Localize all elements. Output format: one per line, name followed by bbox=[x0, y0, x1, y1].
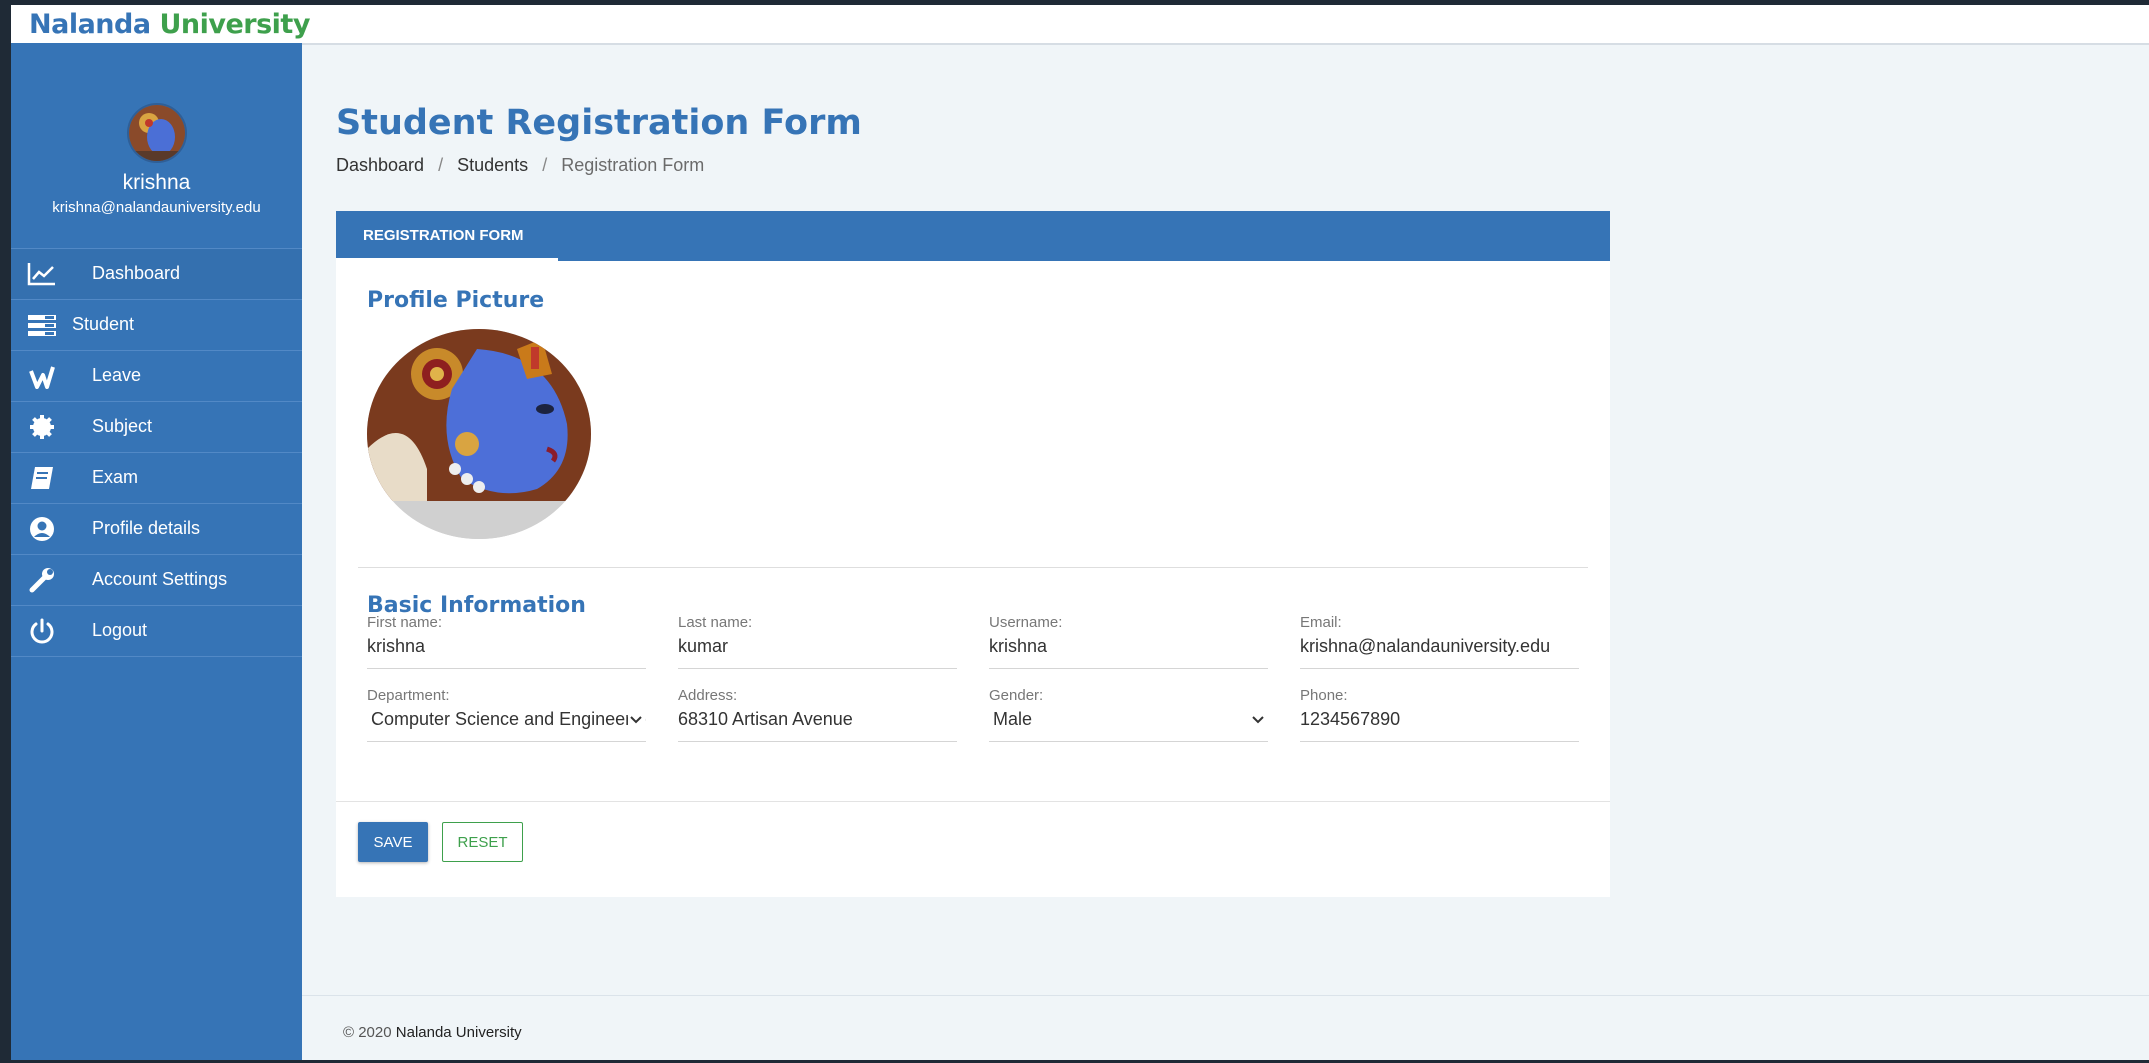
gender-value: Male bbox=[993, 709, 1033, 729]
phone-label: Phone: bbox=[1300, 687, 1348, 704]
profile-picture-heading: Profile Picture bbox=[367, 288, 545, 313]
sidebar-item-label: Dashboard bbox=[92, 263, 181, 283]
department-label: Department: bbox=[367, 687, 450, 704]
email-input[interactable]: krishna@nalandauniversity.edu bbox=[1300, 636, 1579, 658]
sidebar-item-leave[interactable]: Leave bbox=[11, 351, 302, 402]
footer-copyright: © 2020 Nalanda University bbox=[343, 1024, 522, 1041]
sidebar-item-profile-details[interactable]: Profile details bbox=[11, 504, 302, 555]
address-input[interactable]: 68310 Artisan Avenue bbox=[678, 709, 957, 731]
breadcrumb-separator: / bbox=[438, 155, 444, 175]
sidebar-item-label: Logout bbox=[92, 620, 148, 640]
sidebar: krishna krishna@nalandauniversity.edu Da… bbox=[11, 43, 302, 1060]
power-icon bbox=[30, 618, 54, 644]
field-underline bbox=[989, 741, 1268, 742]
section-divider bbox=[358, 567, 1588, 568]
breadcrumb-dashboard[interactable]: Dashboard bbox=[336, 155, 424, 175]
sidebar-nav: Dashboard Student Leave Subject Exam Pro… bbox=[11, 248, 302, 657]
footer-org-name[interactable]: Nalanda University bbox=[396, 1024, 522, 1041]
user-email: krishna@nalandauniversity.edu bbox=[52, 199, 261, 216]
sidebar-item-label: Student bbox=[72, 314, 135, 334]
email-field[interactable]: Email: krishna@nalandauniversity.edu bbox=[1300, 614, 1579, 669]
tab-label: REGISTRATION FORM bbox=[363, 227, 524, 244]
breadcrumb-separator: / bbox=[542, 155, 548, 175]
breadcrumb: Dashboard / Students / Registration Form bbox=[336, 155, 704, 176]
avatar bbox=[126, 103, 187, 163]
list-icon bbox=[28, 315, 56, 336]
chevron-down-icon bbox=[1252, 716, 1264, 724]
sidebar-item-label: Exam bbox=[92, 467, 139, 487]
sidebar-item-subject[interactable]: Subject bbox=[11, 402, 302, 453]
field-underline bbox=[367, 668, 646, 669]
gender-label: Gender: bbox=[989, 687, 1044, 704]
sidebar-item-logout[interactable]: Logout bbox=[11, 606, 302, 657]
username-input[interactable]: krishna bbox=[989, 636, 1268, 658]
card-header: REGISTRATION FORM bbox=[336, 211, 1610, 261]
field-underline bbox=[678, 741, 957, 742]
gear-icon bbox=[30, 415, 54, 439]
main-content: Student Registration Form Dashboard / St… bbox=[302, 43, 2149, 1060]
phone-input[interactable]: 1234567890 bbox=[1300, 709, 1579, 731]
user-circle-icon bbox=[30, 517, 54, 541]
sidebar-item-label: Subject bbox=[92, 416, 153, 436]
sidebar-profile: krishna krishna@nalandauniversity.edu bbox=[11, 103, 302, 216]
phone-field[interactable]: Phone: 1234567890 bbox=[1300, 687, 1579, 742]
email-label: Email: bbox=[1300, 614, 1342, 631]
page-title: Student Registration Form bbox=[336, 103, 862, 143]
sidebar-item-label: Account Settings bbox=[92, 569, 228, 589]
field-underline bbox=[367, 741, 646, 742]
card-footer-divider bbox=[336, 801, 1610, 802]
gender-select[interactable]: Male bbox=[989, 709, 1268, 731]
address-label: Address: bbox=[678, 687, 738, 704]
tab-registration-form[interactable]: REGISTRATION FORM bbox=[336, 211, 558, 261]
field-underline bbox=[1300, 668, 1579, 669]
sidebar-item-dashboard[interactable]: Dashboard bbox=[11, 249, 302, 300]
top-bar: Nalanda University bbox=[11, 5, 2149, 45]
sidebar-item-student[interactable]: Student bbox=[11, 300, 302, 351]
first-name-input[interactable]: krishna bbox=[367, 636, 646, 658]
reset-button[interactable]: RESET bbox=[442, 822, 523, 862]
copyright-text: © 2020 bbox=[343, 1024, 392, 1041]
field-underline bbox=[678, 668, 957, 669]
last-name-field[interactable]: Last name: kumar bbox=[678, 614, 957, 669]
sidebar-item-account-settings[interactable]: Account Settings bbox=[11, 555, 302, 606]
profile-picture[interactable] bbox=[367, 329, 591, 539]
gender-field[interactable]: Gender: Male bbox=[989, 687, 1268, 742]
department-value: Computer Science and Engineering bbox=[371, 709, 646, 729]
address-field[interactable]: Address: 68310 Artisan Avenue bbox=[678, 687, 957, 742]
username-field[interactable]: Username: krishna bbox=[989, 614, 1268, 669]
field-underline bbox=[1300, 741, 1579, 742]
chart-line-icon bbox=[27, 263, 55, 286]
chevron-down-icon bbox=[628, 711, 644, 727]
registration-card: REGISTRATION FORM Profile Picture Basic … bbox=[336, 211, 1610, 897]
wrench-icon bbox=[29, 568, 54, 593]
leave-icon bbox=[29, 366, 55, 389]
sidebar-item-label: Profile details bbox=[92, 518, 201, 538]
user-name: krishna bbox=[122, 171, 191, 194]
department-field[interactable]: Department: Computer Science and Enginee… bbox=[367, 687, 646, 742]
app-window: Nalanda University krishna krishna@nalan… bbox=[11, 5, 2149, 1060]
brand-logo[interactable]: Nalanda University bbox=[29, 9, 310, 40]
page-footer: © 2020 Nalanda University bbox=[302, 995, 2149, 1060]
last-name-label: Last name: bbox=[678, 614, 753, 631]
save-button[interactable]: SAVE bbox=[358, 822, 428, 862]
first-name-label: First name: bbox=[367, 614, 443, 631]
field-underline bbox=[989, 668, 1268, 669]
first-name-field[interactable]: First name: krishna bbox=[367, 614, 646, 669]
department-select[interactable]: Computer Science and Engineering bbox=[367, 709, 646, 731]
last-name-input[interactable]: kumar bbox=[678, 636, 957, 658]
brand-name-part1: Nalanda bbox=[29, 9, 151, 40]
sidebar-item-label: Leave bbox=[92, 365, 142, 385]
book-icon bbox=[31, 467, 53, 489]
username-label: Username: bbox=[989, 614, 1063, 631]
sidebar-item-exam[interactable]: Exam bbox=[11, 453, 302, 504]
brand-name-part2: University bbox=[159, 9, 310, 40]
breadcrumb-students[interactable]: Students bbox=[457, 155, 528, 175]
breadcrumb-current: Registration Form bbox=[561, 155, 705, 175]
